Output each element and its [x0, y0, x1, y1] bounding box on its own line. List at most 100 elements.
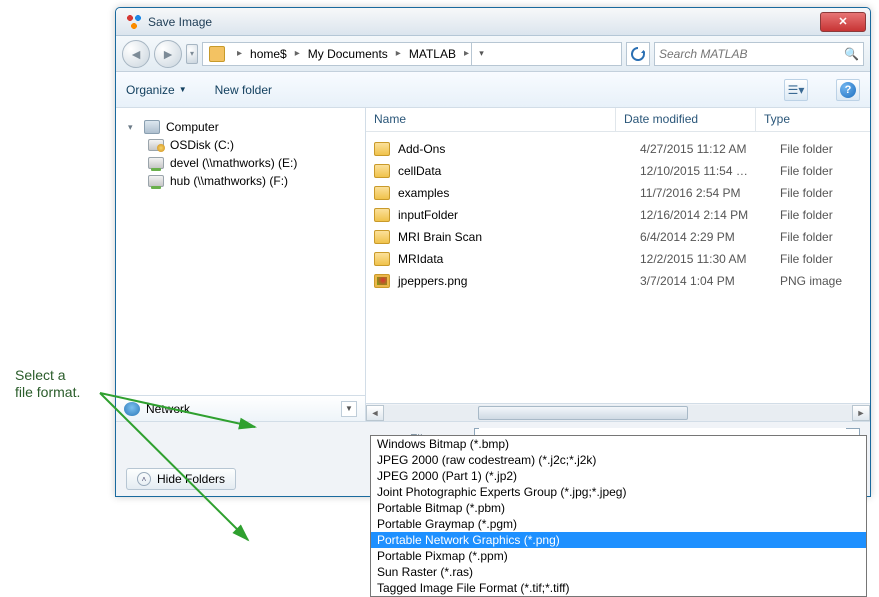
- help-button[interactable]: ?: [836, 79, 860, 101]
- nav-back-button[interactable]: ◄: [122, 40, 150, 68]
- search-box[interactable]: 🔍: [654, 42, 864, 66]
- organize-button[interactable]: Organize ▼: [126, 83, 187, 97]
- network-icon: [124, 402, 140, 416]
- column-headers[interactable]: Name Date modified Type: [366, 108, 870, 132]
- scroll-thumb[interactable]: [478, 406, 689, 420]
- column-name[interactable]: Name: [366, 108, 616, 131]
- refresh-icon: [631, 47, 645, 61]
- tree-label: Computer: [166, 120, 219, 134]
- cell-date: 12/16/2014 2:14 PM: [640, 208, 780, 222]
- close-button[interactable]: ✕: [820, 12, 866, 32]
- hide-folders-button[interactable]: ˄ Hide Folders: [126, 468, 236, 490]
- filetype-option[interactable]: Portable Pixmap (*.ppm): [371, 548, 866, 564]
- tree-label: devel (\\mathworks) (E:): [170, 156, 297, 170]
- help-icon: ?: [840, 82, 856, 98]
- cell-name: inputFolder: [398, 208, 640, 222]
- cell-name: MRI Brain Scan: [398, 230, 640, 244]
- cell-name: examples: [398, 186, 640, 200]
- list-item[interactable]: jpeppers.png3/7/2014 1:04 PMPNG image: [366, 270, 870, 292]
- organize-label: Organize: [126, 83, 175, 97]
- scroll-track[interactable]: [384, 405, 852, 421]
- breadcrumb-dropdown[interactable]: ▾: [471, 43, 491, 65]
- saveastype-dropdown[interactable]: Windows Bitmap (*.bmp)JPEG 2000 (raw cod…: [370, 435, 867, 597]
- chevron-right-icon: ▸: [235, 48, 244, 59]
- column-type[interactable]: Type: [756, 108, 870, 131]
- close-icon: ✕: [838, 15, 847, 28]
- list-item[interactable]: MRIdata12/2/2015 11:30 AMFile folder: [366, 248, 870, 270]
- tree-node-computer[interactable]: ▾ Computer: [128, 118, 359, 136]
- folder-tree[interactable]: ▾ Computer OSDisk (C:) devel (\\mathwork…: [116, 108, 365, 395]
- cell-type: File folder: [780, 252, 862, 266]
- tree-node-drive[interactable]: devel (\\mathworks) (E:): [148, 154, 359, 172]
- cell-date: 6/4/2014 2:29 PM: [640, 230, 780, 244]
- filetype-option[interactable]: Joint Photographic Experts Group (*.jpg;…: [371, 484, 866, 500]
- breadcrumb-segment[interactable]: My Documents: [302, 43, 394, 65]
- computer-icon: [144, 120, 160, 134]
- chevron-right-icon: ▸: [293, 48, 302, 59]
- cell-name: jpeppers.png: [398, 274, 640, 288]
- refresh-button[interactable]: [626, 42, 650, 66]
- list-item[interactable]: Add-Ons4/27/2015 11:12 AMFile folder: [366, 138, 870, 160]
- search-icon: 🔍: [844, 47, 859, 61]
- filetype-option[interactable]: JPEG 2000 (Part 1) (*.jp2): [371, 468, 866, 484]
- breadcrumb-segment[interactable]: home$: [244, 43, 293, 65]
- horizontal-scrollbar[interactable]: ◄ ►: [366, 403, 870, 421]
- cell-name: Add-Ons: [398, 142, 640, 156]
- views-button[interactable]: ☰▾: [784, 79, 808, 101]
- drive-icon: [148, 139, 164, 151]
- new-folder-label: New folder: [215, 83, 272, 97]
- filetype-option[interactable]: Portable Bitmap (*.pbm): [371, 500, 866, 516]
- new-folder-button[interactable]: New folder: [215, 83, 272, 97]
- callout-select-file-format: Select a file format.: [15, 367, 80, 401]
- filetype-option[interactable]: Portable Graymap (*.pgm): [371, 516, 866, 532]
- title-bar[interactable]: Save Image ✕: [116, 8, 870, 36]
- scroll-right-button[interactable]: ►: [852, 405, 870, 421]
- hide-folders-label: Hide Folders: [157, 472, 225, 486]
- chevron-right-icon: ▸: [462, 48, 471, 59]
- column-date[interactable]: Date modified: [616, 108, 756, 131]
- folder-icon: [374, 164, 390, 178]
- nav-pane-network[interactable]: Network ▼: [116, 395, 365, 421]
- filetype-option[interactable]: Tagged Image File Format (*.tif;*.tiff): [371, 580, 866, 596]
- nav-recent-button[interactable]: ▾: [186, 44, 198, 64]
- dialog-title: Save Image: [148, 15, 820, 29]
- cell-type: File folder: [780, 208, 862, 222]
- filetype-option[interactable]: JPEG 2000 (raw codestream) (*.j2c;*.j2k): [371, 452, 866, 468]
- network-label: Network: [146, 402, 190, 416]
- filetype-option[interactable]: Portable Network Graphics (*.png): [371, 532, 866, 548]
- list-item[interactable]: examples11/7/2016 2:54 PMFile folder: [366, 182, 870, 204]
- folder-icon: [374, 230, 390, 244]
- image-icon: [374, 274, 390, 288]
- cell-date: 11/7/2016 2:54 PM: [640, 186, 780, 200]
- expand-icon[interactable]: ▾: [128, 122, 138, 133]
- file-list[interactable]: Add-Ons4/27/2015 11:12 AMFile foldercell…: [366, 132, 870, 403]
- cell-type: PNG image: [780, 274, 862, 288]
- tree-label: OSDisk (C:): [170, 138, 234, 152]
- cell-type: File folder: [780, 142, 862, 156]
- search-input[interactable]: [659, 47, 844, 61]
- filetype-option[interactable]: Windows Bitmap (*.bmp): [371, 436, 866, 452]
- callout-line1: Select a: [15, 367, 80, 384]
- list-item[interactable]: inputFolder12/16/2014 2:14 PMFile folder: [366, 204, 870, 226]
- chevron-down-icon[interactable]: ▼: [341, 401, 357, 417]
- nav-bar: ◄ ► ▾ ▸ home$ ▸ My Documents ▸ MATLAB ▸ …: [116, 36, 870, 72]
- nav-forward-button[interactable]: ►: [154, 40, 182, 68]
- tree-node-drive[interactable]: OSDisk (C:): [148, 136, 359, 154]
- tree-label: hub (\\mathworks) (F:): [170, 174, 288, 188]
- cell-type: File folder: [780, 230, 862, 244]
- cell-date: 12/10/2015 11:54 …: [640, 164, 780, 178]
- breadcrumb-segment[interactable]: MATLAB: [403, 43, 462, 65]
- filetype-option[interactable]: Sun Raster (*.ras): [371, 564, 866, 580]
- folder-icon: [209, 46, 225, 62]
- breadcrumb[interactable]: ▸ home$ ▸ My Documents ▸ MATLAB ▸ ▾: [202, 42, 622, 66]
- list-item[interactable]: MRI Brain Scan6/4/2014 2:29 PMFile folde…: [366, 226, 870, 248]
- matlab-icon: [126, 14, 142, 30]
- folder-icon: [374, 142, 390, 156]
- cell-date: 4/27/2015 11:12 AM: [640, 142, 780, 156]
- toolbar: Organize ▼ New folder ☰▾ ?: [116, 72, 870, 108]
- tree-node-drive[interactable]: hub (\\mathworks) (F:): [148, 172, 359, 190]
- list-item[interactable]: cellData12/10/2015 11:54 …File folder: [366, 160, 870, 182]
- cell-date: 3/7/2014 1:04 PM: [640, 274, 780, 288]
- chevron-right-icon: ▸: [394, 48, 403, 59]
- scroll-left-button[interactable]: ◄: [366, 405, 384, 421]
